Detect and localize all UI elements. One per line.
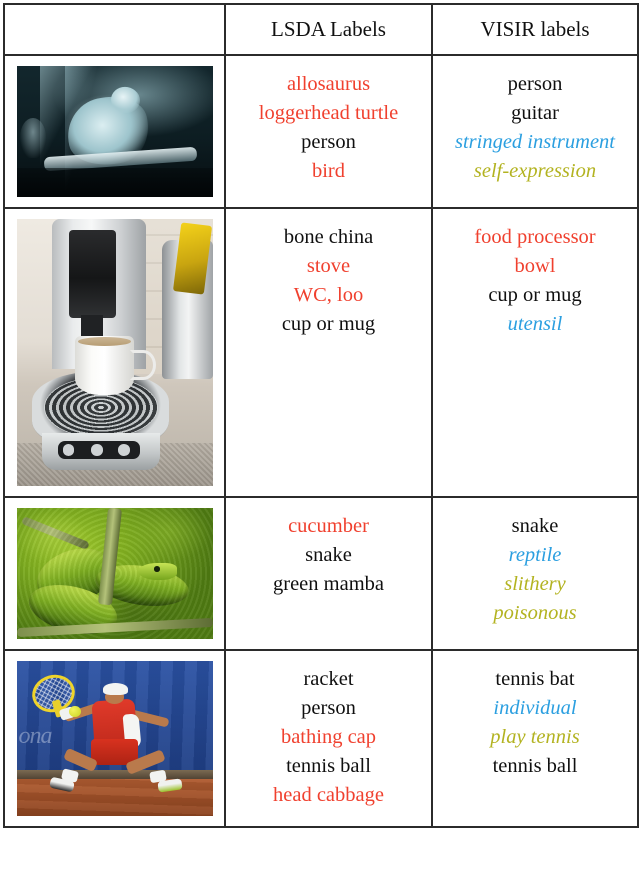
tennis-player-image: ona — [16, 661, 213, 816]
label-item: stringed instrument — [454, 131, 616, 154]
coffee-machine-head — [69, 229, 117, 318]
label-comparison-table: LSDA Labels VISIR labels allosaurus logg… — [3, 3, 639, 828]
label-item: utensil — [507, 313, 563, 336]
header-lsda-labels: LSDA Labels — [224, 3, 433, 56]
label-item: racket — [303, 668, 354, 690]
lsda-labels-cell: racket person bathing cap tennis ball he… — [224, 649, 433, 828]
example-image-cell — [3, 496, 226, 651]
player-cap — [102, 682, 129, 696]
label-item: cup or mug — [488, 284, 582, 307]
tennis-ball — [69, 705, 82, 717]
clay-court — [16, 778, 213, 816]
label-item: snake — [511, 515, 559, 537]
label-item: poisonous — [493, 602, 577, 625]
visir-label-list: snake reptile slithery poisonous — [433, 512, 637, 628]
label-item: guitar — [511, 102, 559, 125]
label-item: head cabbage — [273, 784, 384, 807]
visir-labels-cell: snake reptile slithery poisonous — [431, 496, 639, 651]
label-item: allosaurus — [286, 73, 371, 95]
label-item: bird — [311, 160, 346, 183]
header-row: LSDA Labels VISIR labels — [3, 3, 639, 56]
label-item: person — [507, 73, 563, 95]
label-item: bowl — [514, 255, 556, 278]
lsda-label-list: bone china stove WC, loo cup or mug — [226, 223, 431, 339]
label-item: individual — [493, 697, 577, 720]
thumbnail-wrapper: ona — [5, 661, 224, 816]
example-image-cell: ona — [3, 649, 226, 828]
table-header: LSDA Labels VISIR labels — [3, 3, 639, 56]
table-row: allosaurus loggerhead turtle person bird… — [3, 54, 639, 209]
label-item: cup or mug — [281, 313, 376, 336]
label-item: tennis ball — [286, 755, 371, 778]
lsda-label-list: allosaurus loggerhead turtle person bird — [226, 70, 431, 186]
snake-image — [16, 508, 213, 639]
label-item: self-expression — [473, 160, 597, 183]
coffee-machine-image — [16, 219, 213, 486]
label-item: bathing cap — [280, 726, 377, 749]
label-item: tennis ball — [492, 755, 578, 778]
label-item: snake — [305, 544, 352, 567]
lsda-label-list: racket person bathing cap tennis ball he… — [226, 665, 431, 811]
label-item: stove — [306, 255, 351, 278]
label-item: person — [301, 697, 356, 720]
lsda-labels-cell: cucumber snake green mamba — [224, 496, 433, 651]
visir-label-list: person guitar stringed instrument self-e… — [433, 70, 637, 186]
example-image-cell — [3, 54, 226, 209]
table-body: allosaurus loggerhead turtle person bird… — [3, 54, 639, 828]
header-image-column — [3, 3, 226, 56]
control-button — [62, 444, 75, 456]
label-item: green mamba — [273, 573, 384, 596]
label-item: tennis bat — [495, 668, 575, 690]
table-row: cucumber snake green mamba snake reptile… — [3, 496, 639, 651]
lsda-labels-cell: bone china stove WC, loo cup or mug — [224, 207, 433, 498]
label-item: food processor — [474, 226, 596, 248]
comparison-table-figure: LSDA Labels VISIR labels allosaurus logg… — [0, 0, 640, 882]
header-visir-labels: VISIR labels — [431, 3, 639, 56]
example-image-cell — [3, 207, 226, 498]
thumbnail-wrapper — [5, 66, 224, 197]
lsda-labels-cell: allosaurus loggerhead turtle person bird — [224, 54, 433, 209]
guitarist-image — [16, 66, 213, 197]
visir-labels-cell: person guitar stringed instrument self-e… — [431, 54, 639, 209]
bandmate-silhouette — [20, 118, 46, 158]
control-button — [90, 444, 103, 456]
visir-labels-cell: tennis bat individual play tennis tennis… — [431, 649, 639, 828]
label-item: person — [301, 131, 356, 154]
label-item: WC, loo — [293, 284, 364, 307]
visir-labels-cell: food processor bowl cup or mug utensil — [431, 207, 639, 498]
crowd-foreground — [16, 168, 213, 197]
thumbnail-wrapper — [5, 219, 224, 486]
table-row: bone china stove WC, loo cup or mug food… — [3, 207, 639, 498]
visir-label-list: tennis bat individual play tennis tennis… — [433, 665, 637, 781]
control-button — [118, 444, 131, 456]
label-item: reptile — [508, 544, 562, 567]
label-item: play tennis — [490, 726, 580, 749]
visir-label-list: food processor bowl cup or mug utensil — [433, 223, 637, 339]
lsda-label-list: cucumber snake green mamba — [226, 512, 431, 599]
backdrop-logo-text: ona — [18, 723, 52, 749]
thumbnail-wrapper — [5, 508, 224, 639]
label-item: cucumber — [288, 515, 369, 537]
label-item: slithery — [504, 573, 566, 596]
label-item: loggerhead turtle — [258, 102, 399, 125]
label-item: bone china — [283, 226, 374, 248]
snake-eye — [153, 566, 160, 572]
cup-handle — [130, 349, 156, 380]
table-row: ona racket person bathing cap tennis bal… — [3, 649, 639, 828]
